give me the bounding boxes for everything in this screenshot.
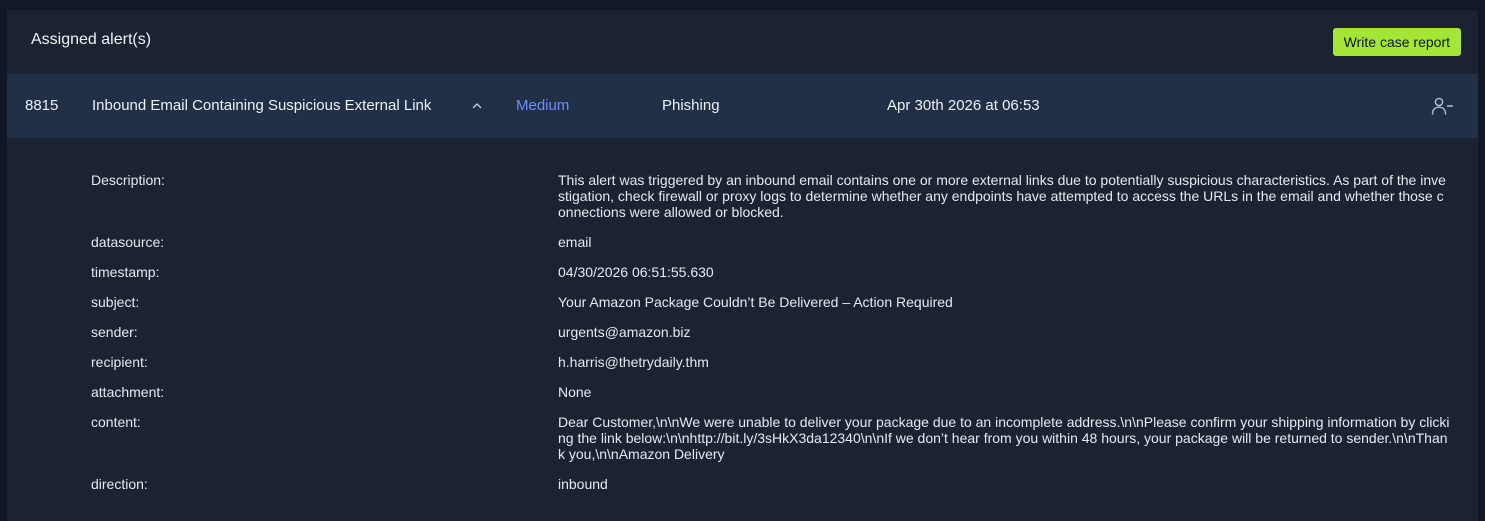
detail-value: This alert was triggered by an inbound e…: [558, 172, 1446, 220]
detail-value: Dear Customer,\n\nWe were unable to deli…: [558, 414, 1450, 462]
detail-value: inbound: [558, 476, 608, 492]
detail-key: timestamp:: [91, 264, 160, 280]
alert-type: Phishing: [662, 97, 720, 114]
detail-key: subject:: [91, 294, 140, 310]
assigned-alerts-panel: Assigned alert(s) Write case report 8815…: [7, 10, 1478, 521]
alert-id: 8815: [25, 97, 59, 114]
write-case-report-button[interactable]: Write case report: [1332, 28, 1461, 56]
chevron-up-icon[interactable]: [469, 98, 485, 114]
detail-value: 04/30/2026 06:51:55.630: [558, 264, 714, 280]
detail-value: Your Amazon Package Couldn’t Be Delivere…: [558, 294, 953, 310]
detail-value: urgents@amazon.biz: [558, 324, 691, 340]
detail-key: content:: [91, 414, 141, 430]
detail-key: attachment:: [91, 384, 165, 400]
detail-key: recipient:: [91, 354, 148, 370]
user-minus-icon[interactable]: [1431, 96, 1455, 116]
detail-key: datasource:: [91, 234, 165, 250]
detail-value: h.harris@thetrydaily.thm: [558, 354, 709, 370]
panel-title: Assigned alert(s): [31, 31, 152, 48]
detail-key: sender:: [91, 324, 138, 340]
alert-row[interactable]: 8815 Inbound Email Containing Suspicious…: [7, 74, 1478, 138]
detail-key: direction:: [91, 476, 148, 492]
panel-header: Assigned alert(s) Write case report: [7, 10, 1478, 74]
detail-key: Description:: [91, 172, 165, 188]
alert-date: Apr 30th 2026 at 06:53: [887, 97, 1040, 114]
alert-severity: Medium: [516, 97, 570, 114]
detail-value: email: [558, 234, 592, 250]
detail-value: None: [558, 384, 592, 400]
alert-title: Inbound Email Containing Suspicious Exte…: [92, 97, 432, 114]
